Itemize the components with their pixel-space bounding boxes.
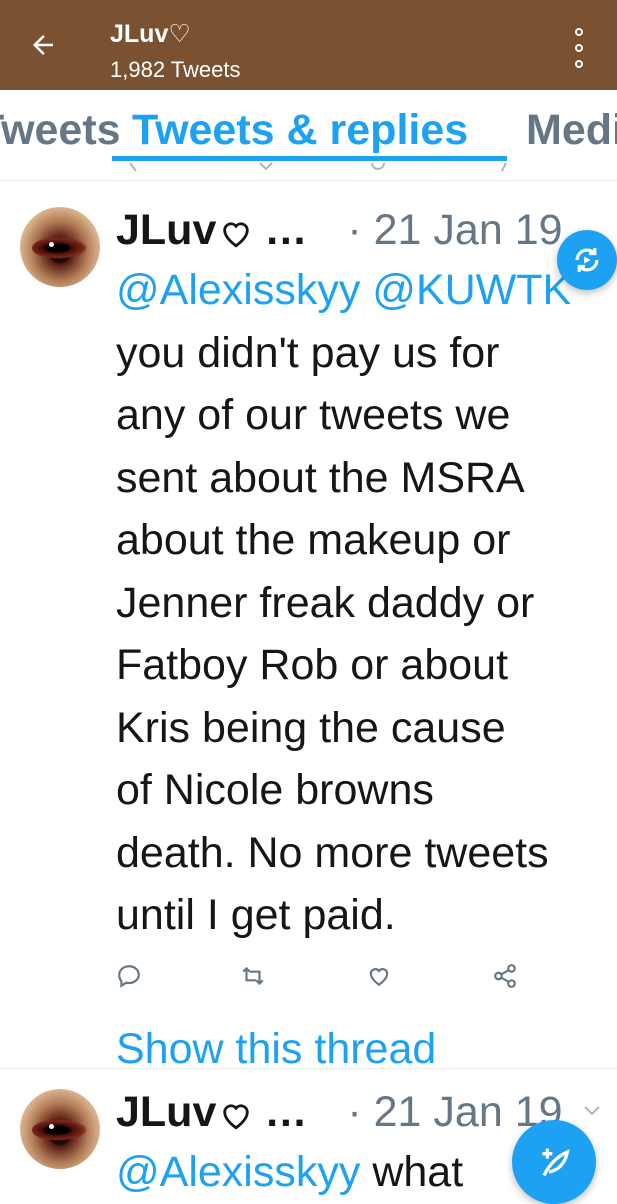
text-line: you didn't pay us for (116, 328, 500, 377)
tab-tweets-replies[interactable]: Tweets & replies (132, 106, 468, 154)
text-line: death. No more tweets (116, 828, 549, 877)
tab-tweets[interactable]: Tweets (0, 106, 121, 154)
author-name[interactable]: JLuv (116, 206, 216, 254)
overflow-menu-icon[interactable] (565, 28, 593, 68)
compose-tweet-button[interactable] (512, 1120, 596, 1204)
heart-icon (223, 1104, 250, 1130)
text-line: Jenner freak daddy or (116, 578, 535, 627)
like-icon[interactable] (362, 959, 396, 993)
reply-icon[interactable] (112, 959, 146, 993)
tweet-text: @Alexisskyy @KUWTK you didn't pay us for… (116, 259, 616, 947)
profile-name-title: JLuv♡ (110, 20, 191, 48)
retweet-icon[interactable] (236, 959, 270, 993)
avatar[interactable] (20, 207, 100, 287)
compose-icon (542, 1148, 570, 1177)
heart-icon (223, 222, 250, 248)
tweet-header: JLuv … · 21 Jan 19 (116, 205, 563, 255)
avatar[interactable] (20, 1089, 100, 1169)
tweet-actions (110, 959, 530, 999)
text-line: Fatboy Rob or about (116, 641, 509, 689)
back-arrow-icon[interactable] (26, 28, 60, 62)
tweet-date[interactable]: · 21 Jan 19 (347, 206, 562, 254)
refresh-button[interactable] (557, 230, 617, 290)
text-line: about the makeup or (116, 516, 511, 564)
refresh-icon (575, 247, 599, 273)
author-name[interactable]: JLuv (116, 1088, 216, 1136)
text-line: Kris being the cause (116, 703, 506, 752)
chevron-down-icon[interactable] (583, 1105, 601, 1117)
text-line: of Nicole browns (116, 766, 434, 814)
text-line: any of our tweets we (116, 391, 511, 439)
reply-mentions[interactable]: @Alexisskyy (116, 1148, 360, 1196)
tab-media[interactable]: Media (526, 106, 617, 154)
text-line: sent about the MSRA (116, 453, 525, 502)
reply-mentions[interactable]: @Alexisskyy @KUWTK (116, 259, 616, 322)
show-thread-link[interactable]: Show this thread (116, 1025, 436, 1067)
app-bar: JLuv♡ 1,982 Tweets (0, 0, 617, 90)
scrolled-action-icons (129, 162, 507, 172)
tweet-header: JLuv… · 21 Jan 19 (116, 1087, 563, 1137)
author-ellipsis: … (264, 206, 308, 254)
author-ellipsis: … (264, 1088, 308, 1136)
tweet-count: 1,982 Tweets (110, 57, 241, 82)
share-icon[interactable] (488, 959, 522, 993)
tweet[interactable]: JLuv … · 21 Jan 19 @Alexisskyy @KUWTK you … (0, 187, 617, 1067)
text-start: what (372, 1148, 464, 1196)
text-line: until I get paid. (116, 891, 396, 939)
profile-tabs: Tweets Tweets & replies Media (0, 90, 617, 181)
